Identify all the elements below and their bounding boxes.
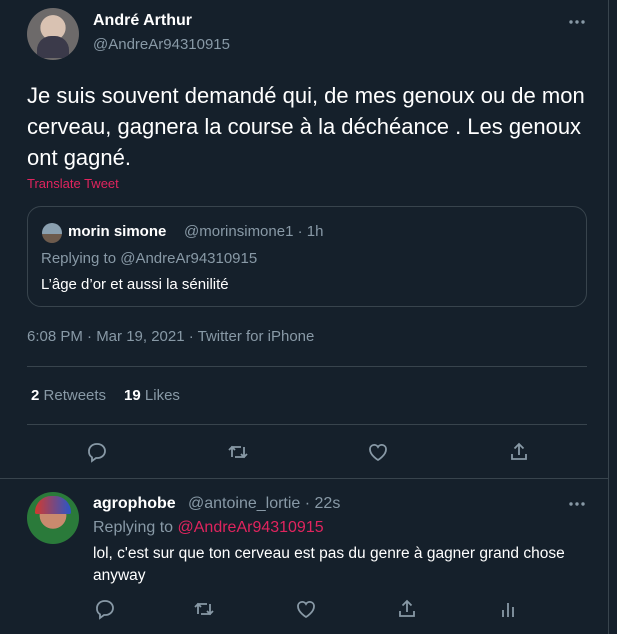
quoted-replying-to: Replying to @AndreAr94310915 (41, 250, 257, 267)
retweet-icon[interactable] (192, 597, 216, 621)
tweet-thread: André Arthur @AndreAr94310915 Je suis so… (0, 0, 609, 634)
like-heart-icon[interactable] (294, 597, 318, 621)
retweets-stat[interactable]: 2 Retweets (31, 387, 106, 404)
divider (27, 366, 587, 367)
reply-icon[interactable] (85, 440, 109, 464)
reply-replying-to: Replying to @AndreAr94310915 (93, 519, 324, 537)
reply-author-meta[interactable]: @antoine_lortie · 22s (188, 495, 340, 513)
reply-icon[interactable] (93, 597, 117, 621)
retweets-label: Retweets (43, 387, 107, 404)
more-options-icon[interactable] (566, 494, 588, 514)
retweet-icon[interactable] (226, 440, 250, 464)
tweet-timestamp[interactable]: 6:08 PM · Mar 19, 2021 · Twitter for iPh… (27, 328, 314, 345)
replying-prefix: Replying to (41, 250, 117, 267)
more-options-icon[interactable] (566, 12, 588, 32)
quoted-author-avatar (42, 223, 62, 243)
retweets-count: 2 (31, 387, 40, 404)
translate-tweet-link[interactable]: Translate Tweet (27, 176, 119, 191)
likes-stat[interactable]: 19 Likes (124, 387, 180, 404)
reply-author-avatar[interactable] (27, 492, 79, 544)
quoted-tweet-text: L’âge d’or et aussi la sénilité (41, 276, 229, 293)
share-icon[interactable] (395, 597, 419, 621)
author-name[interactable]: André Arthur (93, 12, 192, 30)
divider (0, 478, 608, 479)
author-avatar[interactable] (27, 8, 79, 60)
author-handle[interactable]: @AndreAr94310915 (93, 36, 230, 53)
quoted-author-name: morin simone (68, 223, 167, 240)
reply-text: lol, c'est sur que ton cerveau est pas d… (93, 545, 565, 584)
quoted-tweet-card[interactable]: morin simone @morinsimone1 · 1h Replying… (27, 206, 587, 307)
tweet-text: Je suis souvent demandé qui, de mes geno… (27, 83, 585, 170)
like-heart-icon[interactable] (366, 440, 390, 464)
replying-handle-link[interactable]: @AndreAr94310915 (178, 519, 324, 536)
quoted-author-meta: @morinsimone1 · 1h (184, 223, 324, 240)
share-icon[interactable] (507, 440, 531, 464)
engagement-stats: 2 Retweets 19 Likes (31, 387, 180, 404)
reply-author-name[interactable]: agrophobe (93, 495, 176, 513)
likes-label: Likes (144, 387, 180, 404)
replying-prefix: Replying to (93, 519, 174, 536)
likes-count: 19 (124, 387, 141, 404)
analytics-icon[interactable] (496, 597, 520, 621)
replying-handle: @AndreAr94310915 (120, 250, 258, 267)
divider (27, 424, 587, 425)
